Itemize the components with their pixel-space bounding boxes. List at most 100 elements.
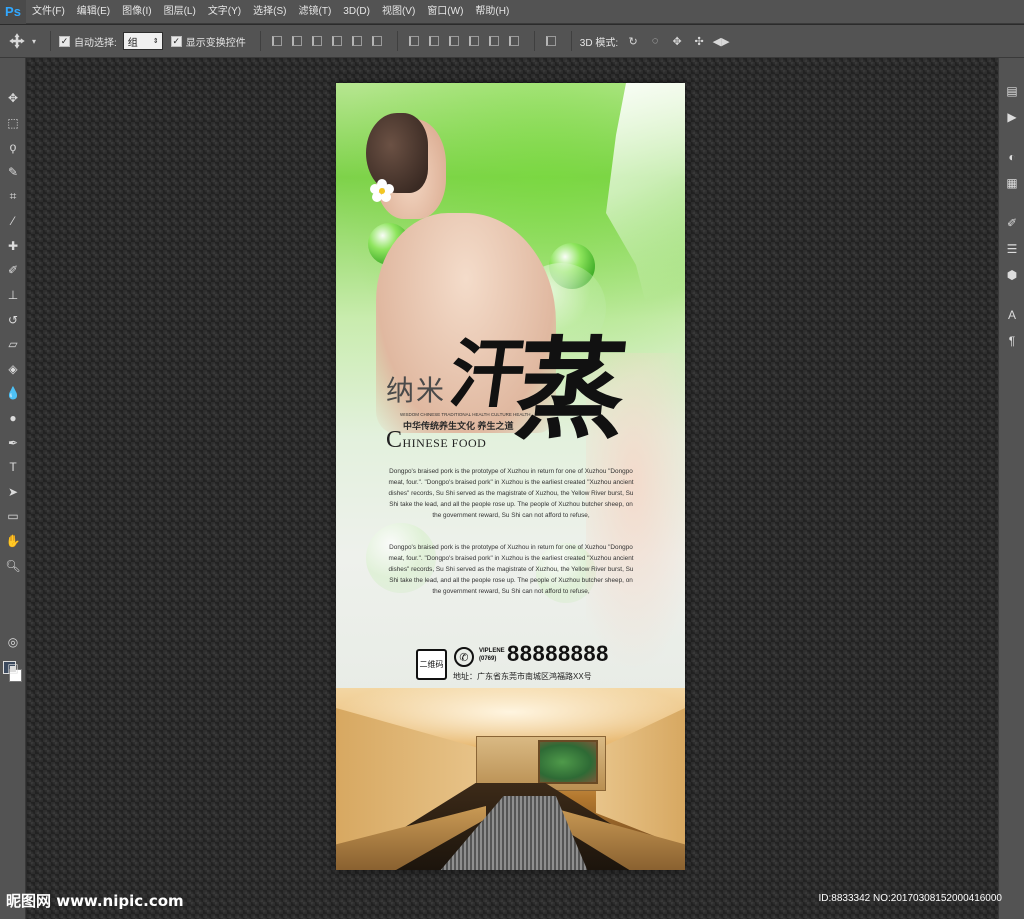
panel-dock: ▤ ▶ ◐ ▦ ✐ ☰ ⬢ A ¶ <box>998 58 1024 919</box>
swatches-panel-icon[interactable]: ▦ <box>999 170 1024 196</box>
show-transform-checkbox[interactable]: ✓ <box>170 35 182 47</box>
3d-roll-icon[interactable]: ◌ <box>646 32 664 50</box>
blur-tool-icon[interactable]: 💧 <box>0 381 26 406</box>
body-paragraph: Dongpo's braised pork is the prototype o… <box>388 544 634 595</box>
auto-select-checkbox[interactable]: ✓ <box>59 35 70 47</box>
show-transform-label: 显示变换控件 <box>185 37 246 49</box>
options-bar: ▾ ✓ 自动选择: 组 ⇕ ✓ 显示变换控件 3D 模式: ↻ ◌ ✥ ✣ ◀▶ <box>0 25 1024 58</box>
move-tool-preset-icon[interactable] <box>8 32 26 50</box>
rectangle-tool-icon[interactable]: ▭ <box>0 504 26 529</box>
brush-panel-icon[interactable]: ✐ <box>999 210 1024 236</box>
auto-select-value: 组 <box>127 37 138 49</box>
actions-panel-icon[interactable]: ▶ <box>999 104 1024 130</box>
room-mural <box>538 740 598 784</box>
quick-mask-icon[interactable]: ◎ <box>0 630 26 655</box>
flower-icon <box>370 179 394 202</box>
distribute-right-icon[interactable] <box>506 33 522 49</box>
menu-help[interactable]: 帮助(H) <box>469 0 515 24</box>
3d-panel-icon[interactable]: ⬢ <box>999 262 1024 288</box>
eraser-tool-icon[interactable]: ▱ <box>0 332 26 357</box>
phone-area-code: (0769) <box>479 656 497 662</box>
menu-type[interactable]: 文字(Y) <box>202 0 247 24</box>
dropdown-arrows-icon: ⇕ <box>152 38 159 45</box>
separator <box>396 31 398 51</box>
menu-window[interactable]: 窗口(W) <box>421 0 469 24</box>
auto-align-icon[interactable] <box>543 33 559 49</box>
chinese-food-heading: CHINESE FOOD <box>386 427 486 454</box>
auto-select-label: 自动选择: <box>74 37 117 49</box>
type-tool-icon[interactable]: T <box>0 455 26 480</box>
menu-file[interactable]: 文件(F) <box>26 0 71 24</box>
align-right-icon[interactable] <box>369 33 385 49</box>
zoom-tool-icon[interactable]: 🔍︎ <box>0 553 26 578</box>
document-canvas[interactable]: 纳米 汗 蒸 WISDOM CHINESE TRADITIONAL HEALTH… <box>336 83 685 870</box>
address: 地址：广东省东莞市南城区鸿福路XX号 <box>453 672 592 681</box>
tools-panel: ✥ ⬚ ϙ ✎ ⌗ ⁄ ✚ ✐ ⊥ ↺ ▱ ◈ 💧 ● ✒ T ➤ ▭ ✋ 🔍︎… <box>0 58 26 919</box>
align-hcenter-icon[interactable] <box>349 33 365 49</box>
tagline-english-small: WISDOM CHINESE TRADITIONAL HEALTH CULTUR… <box>400 413 531 418</box>
menu-layer[interactable]: 图层(L) <box>158 0 202 24</box>
move-tool-icon[interactable]: ✥ <box>0 86 26 111</box>
color-panel-icon[interactable]: ◐ <box>999 144 1024 170</box>
menu-bar: Ps 文件(F) 编辑(E) 图像(I) 图层(L) 文字(Y) 选择(S) 滤… <box>0 0 1024 24</box>
paint-bucket-tool-icon[interactable]: ◈ <box>0 357 26 382</box>
history-brush-tool-icon[interactable]: ↺ <box>0 307 26 332</box>
separator <box>533 31 535 51</box>
qr-code-placeholder: 二维码 <box>416 649 447 680</box>
align-left-icon[interactable] <box>329 33 345 49</box>
chevron-down-icon[interactable]: ▾ <box>30 32 38 50</box>
paragraph-panel-icon[interactable]: ¶ <box>999 328 1024 354</box>
photoshop-logo: Ps <box>0 0 26 24</box>
clone-stamp-tool-icon[interactable]: ⊥ <box>0 283 26 308</box>
chinese-food-rest: HINESE FOOD <box>402 436 487 450</box>
quick-select-tool-icon[interactable]: ✎ <box>0 160 26 185</box>
distribute-bottom-icon[interactable] <box>446 33 462 49</box>
watermark-site: 昵图网 www.nipic.com <box>6 892 184 910</box>
auto-select-dropdown[interactable]: 组 ⇕ <box>122 32 163 50</box>
separator <box>50 31 51 51</box>
eyedropper-tool-icon[interactable]: ⁄ <box>0 209 26 234</box>
menu-filter[interactable]: 滤镜(T) <box>293 0 338 24</box>
menu-3d[interactable]: 3D(D) <box>337 0 376 24</box>
hand-tool-icon[interactable]: ✋ <box>0 529 26 554</box>
marquee-tool-icon[interactable]: ⬚ <box>0 111 26 136</box>
phone-label: VIPLENE <box>479 648 505 654</box>
align-bottom-icon[interactable] <box>309 33 325 49</box>
3d-slide-icon[interactable]: ✣ <box>690 32 708 50</box>
path-select-tool-icon[interactable]: ➤ <box>0 480 26 505</box>
distribute-hcenter-icon[interactable] <box>486 33 502 49</box>
3d-pan-icon[interactable]: ✥ <box>668 32 686 50</box>
adjustments-panel-icon[interactable]: ☰ <box>999 236 1024 262</box>
separator <box>259 31 261 51</box>
phone-icon: ✆ <box>454 647 474 667</box>
lasso-tool-icon[interactable]: ϙ <box>0 135 26 160</box>
brush-tool-icon[interactable]: ✐ <box>0 258 26 283</box>
chinese-food-initial: C <box>386 427 403 453</box>
phone-number: 88888888 <box>507 641 609 666</box>
title-nano: 纳米 <box>386 374 447 407</box>
crop-tool-icon[interactable]: ⌗ <box>0 184 26 209</box>
dodge-tool-icon[interactable]: ● <box>0 406 26 431</box>
pen-tool-icon[interactable]: ✒ <box>0 430 26 455</box>
distribute-top-icon[interactable] <box>406 33 422 49</box>
title-steam: 蒸 <box>509 325 633 454</box>
history-panel-icon[interactable]: ▤ <box>999 78 1024 104</box>
sauna-room-image <box>336 688 685 870</box>
healing-brush-tool-icon[interactable]: ✚ <box>0 234 26 259</box>
align-vcenter-icon[interactable] <box>289 33 305 49</box>
body-paragraph: Dongpo's braised pork is the prototype o… <box>388 468 634 519</box>
menu-view[interactable]: 视图(V) <box>376 0 421 24</box>
distribute-left-icon[interactable] <box>466 33 482 49</box>
screen-mode-icon[interactable]: ▣ <box>0 656 26 681</box>
align-top-icon[interactable] <box>269 33 285 49</box>
3d-scale-icon[interactable]: ◀▶ <box>712 32 730 50</box>
menu-image[interactable]: 图像(I) <box>116 0 157 24</box>
character-panel-icon[interactable]: A <box>999 302 1024 328</box>
distribute-vcenter-icon[interactable] <box>426 33 442 49</box>
3d-rotate-icon[interactable]: ↻ <box>624 32 642 50</box>
menu-edit[interactable]: 编辑(E) <box>71 0 116 24</box>
3d-mode-label: 3D 模式: <box>579 37 619 49</box>
menu-select[interactable]: 选择(S) <box>247 0 292 24</box>
watermark-id: ID:8833342 NO:20170308152000416000 <box>818 893 1003 904</box>
separator <box>570 31 572 51</box>
